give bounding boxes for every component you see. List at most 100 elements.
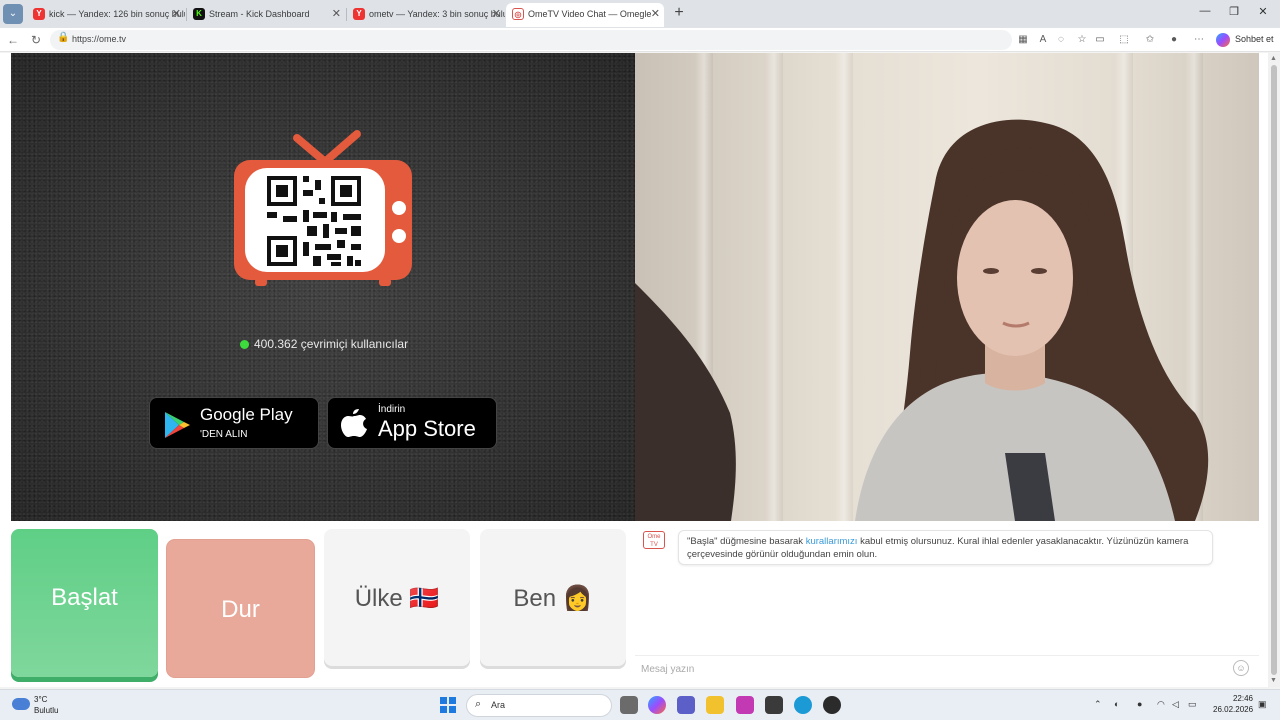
weather-description: Bulutlu (34, 706, 59, 715)
close-tab-icon[interactable]: ✕ (651, 3, 660, 25)
file-explorer-icon[interactable] (706, 696, 724, 714)
close-window-icon[interactable]: ✕ (1253, 5, 1273, 18)
kick-favicon-icon: K (193, 8, 205, 20)
me-button-label: Ben (513, 585, 557, 612)
self-camera-video (635, 53, 1259, 521)
ometv-tv-logo (234, 130, 412, 286)
apple-logo-icon (341, 409, 367, 437)
minimize-icon[interactable]: — (1195, 5, 1215, 17)
show-hidden-icons-chevron-icon[interactable]: ⌃ (1094, 699, 1102, 710)
tab-title: kick — Yandex: 126 bin sonuç bulundu (49, 9, 185, 19)
google-play-icon (165, 412, 190, 438)
tab-title: OmeTV Video Chat — Omegle (528, 9, 652, 19)
reading-mode-icon[interactable]: ◌ (1054, 33, 1068, 47)
tab-yandex-ometv[interactable]: Y ometv — Yandex: 3 bin sonuç bulundu ✕ (347, 3, 505, 27)
google-play-button[interactable]: Google Play 'DEN ALIN (149, 397, 319, 449)
address-bar[interactable]: 🔒 https://ome.tv (50, 30, 1012, 50)
volume-icon[interactable]: ◁ (1172, 699, 1179, 710)
favorites-icon[interactable]: ✩ (1143, 33, 1157, 47)
yandex-favicon-icon: Y (353, 8, 365, 20)
tab-actions-menu-icon[interactable]: ⌄ (3, 4, 23, 24)
windows-start-icon[interactable] (440, 697, 456, 713)
stop-button[interactable]: Dur (167, 540, 314, 677)
task-view-icon[interactable] (620, 696, 638, 714)
search-label: Ara (491, 700, 506, 710)
lock-icon[interactable]: 🔒 (57, 32, 69, 43)
my-gender-button[interactable]: Ben 👩 (480, 529, 626, 666)
more-menu-icon[interactable]: ⋯ (1192, 33, 1206, 47)
taskbar-search-box[interactable]: ⌕ Ara (466, 694, 612, 717)
ometv-page: 400.362 çevrimiçi kullanıcılar Google Pl… (0, 53, 1268, 687)
app-icon[interactable] (736, 696, 754, 714)
stop-button-label: Dur (221, 596, 260, 623)
country-filter-button[interactable]: Ülke 🇳🇴 (324, 529, 470, 666)
wifi-icon[interactable]: ◠ (1157, 699, 1165, 710)
tab-yandex-kick[interactable]: Y kick — Yandex: 126 bin sonuç bulundu ✕ (27, 3, 185, 27)
start-button[interactable]: Başlat (11, 529, 158, 677)
close-tab-icon[interactable]: ✕ (172, 3, 181, 25)
address-toolbar: ← ↻ 🔒 https://ome.tv ▦ A ◌ ☆ ▭ ⬚ ✩ ● ⋯ S… (0, 28, 1280, 52)
emoji-picker-icon[interactable]: ☺ (1233, 660, 1249, 676)
app-tray-icon[interactable]: ◐ (1114, 699, 1119, 709)
google-play-subtitle: 'DEN ALIN (200, 429, 248, 440)
online-users-count: 400.362 çevrimiçi kullanıcılar (254, 337, 409, 351)
woman-emoji-icon: 👩 (562, 585, 593, 612)
copilot-app-icon[interactable] (648, 696, 666, 714)
clock-date: 26.02.2026 (1213, 705, 1254, 714)
person-silhouette (635, 119, 1209, 521)
notification-bell-icon[interactable]: ▣ (1258, 699, 1267, 710)
refresh-icon[interactable]: ↻ (28, 32, 44, 48)
rules-link[interactable]: kurallarımızı (806, 536, 858, 547)
edge-browser-icon[interactable] (794, 696, 812, 714)
rules-notice-text-start: "Başla" düğmesine basarak (687, 536, 806, 547)
extensions-icon[interactable]: ⬚ (1117, 33, 1131, 47)
profile-avatar-icon[interactable]: ● (1167, 33, 1181, 47)
online-status-dot (240, 340, 249, 349)
camera-in-use-icon[interactable]: ▭ (1093, 33, 1107, 47)
ometv-avatar: Ome TV (643, 531, 665, 549)
message-input[interactable] (641, 661, 1221, 677)
rules-notice-message: "Başla" düğmesine basarak kurallarımızı … (678, 530, 1213, 565)
partner-video-waiting-panel: 400.362 çevrimiçi kullanıcılar Google Pl… (11, 53, 635, 521)
ometv-favicon-icon: ◎ (512, 8, 524, 20)
copilot-icon (1216, 33, 1230, 47)
translate-icon[interactable]: A (1036, 33, 1050, 47)
country-button-content: Ülke 🇳🇴 (324, 584, 470, 613)
new-tab-button[interactable]: + (670, 4, 688, 22)
back-arrow-icon[interactable]: ← (5, 32, 21, 48)
system-clock[interactable]: 22:46 26.02.2026 (1213, 693, 1253, 715)
clock-time: 22:46 (1232, 694, 1253, 703)
copilot-label: Sohbet et (1235, 34, 1274, 44)
scroll-down-icon[interactable]: ▼ (1270, 677, 1277, 684)
windows-taskbar: 3°C Bulutlu ⌕ Ara ⌃ ◐ ● ◠ ◁ ▭ 22:46 26.0… (0, 689, 1280, 720)
microphone-icon[interactable]: ● (1137, 699, 1142, 709)
chat-panel: Ome TV "Başla" düğmesine basarak kuralla… (635, 521, 1259, 687)
microsoft-store-icon[interactable] (765, 696, 783, 714)
restore-icon[interactable]: ❐ (1224, 5, 1244, 18)
close-tab-icon[interactable]: ✕ (332, 3, 341, 25)
message-compose-row: ☺ (635, 655, 1259, 681)
search-icon: ⌕ (475, 698, 482, 710)
tab-title: ometv — Yandex: 3 bin sonuç bulundu (369, 9, 505, 19)
browser-tab-bar: ⌄ Y kick — Yandex: 126 bin sonuç bulundu… (0, 0, 1280, 28)
app-store-button[interactable]: İndirin App Store (327, 397, 497, 449)
start-button-label: Başlat (51, 584, 118, 611)
favorite-star-icon[interactable]: ☆ (1075, 33, 1089, 47)
battery-icon[interactable]: ▭ (1188, 699, 1197, 710)
app-store-subtitle: İndirin (378, 404, 406, 415)
obs-icon[interactable] (823, 696, 841, 714)
close-tab-icon[interactable]: ✕ (492, 3, 501, 25)
scroll-up-icon[interactable]: ▲ (1270, 55, 1277, 62)
google-play-title: Google Play (200, 405, 293, 424)
app-store-title: App Store (378, 416, 476, 441)
page-scrollbar[interactable]: ▲ ▼ (1268, 53, 1280, 687)
tab-kick-dashboard[interactable]: K Stream - Kick Dashboard ✕ (187, 3, 345, 27)
app-available-icon[interactable]: ▦ (1016, 33, 1030, 47)
scrollbar-thumb[interactable] (1271, 65, 1277, 675)
tab-ometv[interactable]: ◎ OmeTV Video Chat — Omegle ✕ (506, 3, 664, 27)
url-text[interactable]: https://ome.tv (72, 34, 126, 44)
cloud-icon (12, 698, 30, 710)
yandex-favicon-icon: Y (33, 8, 45, 20)
me-button-content: Ben 👩 (480, 584, 626, 613)
teams-icon[interactable] (677, 696, 695, 714)
